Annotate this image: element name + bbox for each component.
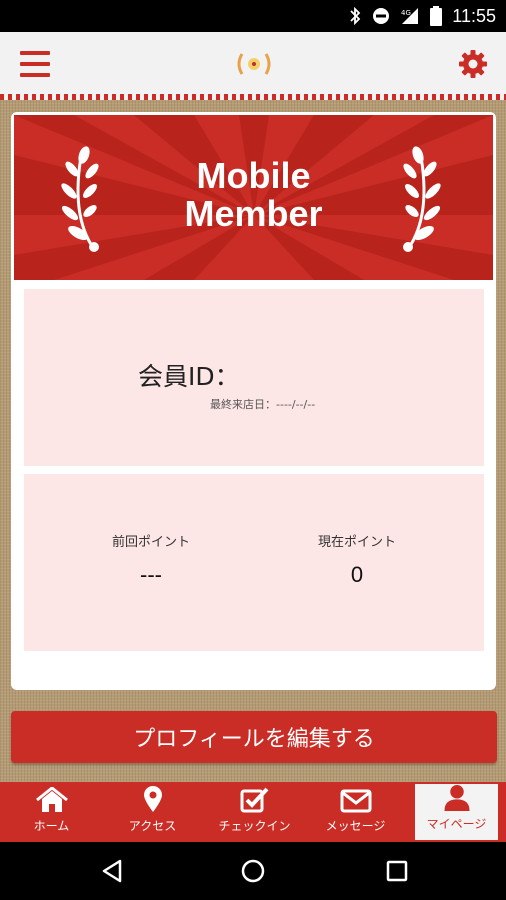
last-visit-date: 最終来店日：----/--/--	[210, 398, 316, 411]
android-nav-bar	[0, 842, 506, 900]
map-pin-icon	[143, 786, 162, 812]
member-id-label: 会員ID：	[138, 362, 240, 391]
envelope-icon	[340, 789, 371, 813]
recents-icon[interactable]	[385, 859, 409, 883]
current-points-value: 0	[350, 562, 364, 587]
nav-home[interactable]: ホーム	[1, 782, 102, 842]
home-icon	[35, 787, 68, 812]
member-id-panel: 会員ID： 最終来店日：----/--/--	[24, 289, 484, 466]
signal-icon: 4G	[400, 7, 420, 25]
do-not-disturb-icon	[372, 7, 390, 25]
bluetooth-icon	[348, 7, 362, 25]
nav-checkin[interactable]: チェックイン	[204, 782, 305, 842]
laurel-right-icon	[396, 145, 442, 257]
hamburger-menu-icon[interactable]	[20, 51, 50, 77]
status-time: 11:55	[452, 5, 496, 26]
nav-checkin-label: チェックイン	[218, 819, 291, 833]
nav-home-label: ホーム	[33, 819, 70, 833]
person-icon	[443, 784, 470, 811]
nav-mypage-label: マイページ	[426, 817, 487, 831]
points-panel: 前回ポイント --- 現在ポイント 0	[24, 474, 484, 651]
gear-icon[interactable]	[458, 49, 488, 79]
battery-icon	[430, 6, 443, 26]
edit-profile-button[interactable]: プロフィールを編集する	[11, 711, 497, 763]
shop-logo-icon	[234, 50, 274, 78]
nav-mypage[interactable]: マイページ	[415, 784, 498, 840]
nav-message-label: メッセージ	[325, 819, 386, 833]
back-icon[interactable]	[100, 859, 124, 883]
nav-access-label: アクセス	[128, 819, 177, 833]
status-bar: 4G 11:55	[0, 0, 506, 32]
previous-points-value: ---	[140, 562, 162, 587]
previous-points-label: 前回ポイント	[111, 535, 190, 550]
svg-text:4G: 4G	[401, 9, 411, 17]
app-header	[0, 32, 506, 94]
current-points-label: 現在ポイント	[317, 535, 396, 550]
mobile-member-banner: Mobile Member	[14, 115, 493, 280]
bottom-nav: ホーム アクセス チェックイン メッセージ マイページ	[0, 782, 506, 842]
home-circle-icon[interactable]	[241, 859, 265, 883]
nav-message[interactable]: メッセージ	[305, 782, 406, 842]
member-card: Mobile Member 会員ID： 最終来店日：----/--/-- 前回ポ…	[11, 112, 496, 690]
checkbox-icon	[240, 787, 268, 813]
nav-access[interactable]: アクセス	[102, 782, 203, 842]
